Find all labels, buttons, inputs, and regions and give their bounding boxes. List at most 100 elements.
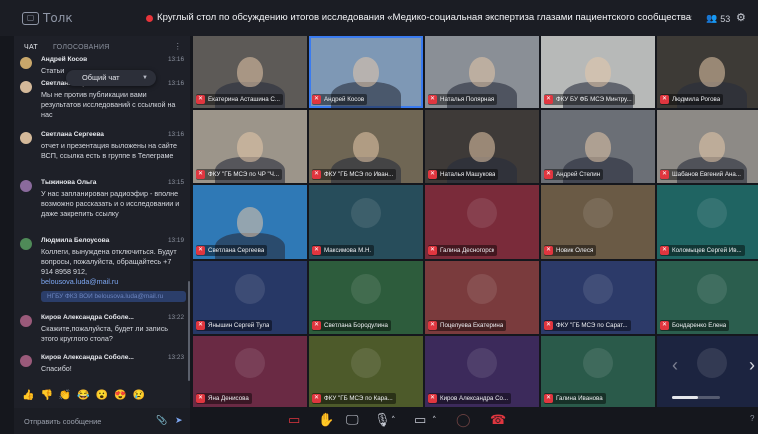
participant-tile[interactable]: ✕ Галина Иванова: [541, 336, 655, 407]
participant-name: Галина Иванова: [556, 395, 603, 402]
mic-off-icon: ✕: [660, 95, 669, 104]
participant-tile[interactable]: ✕ Людмила Рогова: [657, 36, 758, 108]
avatar-placeholder: [696, 273, 727, 304]
participant-tile[interactable]: ✕ Светлана Бородулина: [309, 261, 423, 334]
tab-polls[interactable]: ГОЛОСОВАНИЯ: [43, 44, 115, 51]
reaction-emoji[interactable]: 👍: [22, 390, 34, 401]
mic-options-icon[interactable]: ˄: [391, 416, 396, 426]
record-icon[interactable]: ◯: [456, 413, 471, 428]
chat-icon[interactable]: ▭: [288, 413, 300, 428]
raise-hand-icon[interactable]: ✋: [318, 413, 334, 428]
avatar-placeholder: [583, 273, 613, 304]
camera-options-icon[interactable]: ˄: [432, 416, 437, 426]
participant-tile[interactable]: ✕ ФКУ БУ ФБ МСЭ Минтру...: [541, 36, 655, 108]
avatar: [20, 180, 32, 192]
message-composer[interactable]: Отправить сообщение 📎 ➤: [14, 408, 190, 434]
participants-button[interactable]: 👥 53: [706, 13, 730, 24]
help-icon[interactable]: ?: [750, 414, 754, 423]
participant-name: ФКУ "ГБ МСЭ по ЧР "Ч...: [208, 171, 280, 178]
participant-tile[interactable]: ✕ ФКУ "ГБ МСЭ по ЧР "Ч...: [193, 110, 307, 183]
top-bar: ▢ Толк Круглый стол по обсуждению итогов …: [0, 0, 758, 36]
reaction-emoji[interactable]: 👏: [59, 390, 71, 401]
send-icon[interactable]: ➤: [175, 415, 183, 426]
participant-name: Новик Олеся: [556, 247, 594, 254]
participant-tile[interactable]: ✕ ФКУ "ГБ МСЭ по Кара...: [309, 336, 423, 407]
participant-tile[interactable]: ✕ Коломыцев Сергей Ив...: [657, 185, 758, 259]
sidebar-tabs: ЧАТ ГОЛОСОВАНИЯ ⋮: [14, 36, 190, 58]
message-body: У нас запланирован радиоэфир - вполне во…: [41, 189, 180, 218]
participant-tile[interactable]: ✕ Екатерина Асташина С...: [193, 36, 307, 108]
message-body: Спасибо!: [41, 364, 72, 373]
participant-tile[interactable]: ✕ Максимова М.Н.: [309, 185, 423, 259]
participant-name: Светлана Сергеева: [208, 247, 265, 254]
participant-name: Людмила Рогова: [672, 96, 721, 103]
prev-page-icon[interactable]: ‹: [672, 355, 678, 376]
participant-name: ФКУ "ГБ МСЭ по Сарат...: [556, 322, 628, 329]
participant-name: Киров Александра Со...: [440, 395, 509, 402]
participant-label: ✕ Шабанов Евгений Ана...: [660, 169, 744, 180]
logo-text: Толк: [43, 11, 73, 25]
participant-tile[interactable]: ✕ Шабанов Евгений Ана...: [657, 110, 758, 183]
tab-chat[interactable]: ЧАТ: [14, 44, 43, 51]
participant-tile[interactable]: ✕ Янышин Сергей Тула: [193, 261, 307, 334]
participant-tile[interactable]: ✕ Яна Денисова: [193, 336, 307, 407]
microphone-icon[interactable]: 🎙: [374, 413, 391, 428]
participant-face: [237, 207, 263, 238]
participant-tile[interactable]: ✕ Андрей Стелин: [541, 110, 655, 183]
participant-tile[interactable]: ✕ Светлана Сергеева: [193, 185, 307, 259]
chat-scrollbar[interactable]: [188, 281, 190, 381]
call-controls: ▭ ✋ 🖵 🎙 ˄ ▭ ˄ ◯ ☎: [190, 408, 758, 434]
message-list[interactable]: Андрей Косов 13:16 Статьи Светлана Сергеева…: [14, 56, 190, 376]
participant-label: ✕ Новик Олеся: [544, 245, 597, 256]
avatar-placeholder: [235, 347, 265, 378]
participant-label: ✕ Наталья Полярная: [428, 94, 498, 105]
message-time: 13:16: [168, 131, 184, 138]
participant-label: ✕ Андрей Косов: [312, 94, 368, 105]
avatar-placeholder: [467, 273, 497, 304]
settings-icon[interactable]: ⚙: [736, 11, 746, 24]
reaction-emoji[interactable]: 😮: [96, 390, 108, 401]
participant-name: ФКУ "ГБ МСЭ по Иван...: [324, 171, 394, 178]
participant-label: ✕ Янышин Сергей Тула: [196, 320, 273, 331]
mic-off-icon: ✕: [312, 394, 321, 403]
reaction-emoji[interactable]: 👎: [40, 390, 52, 401]
attachment-bar[interactable]: НГБУ ФКЗ ВОИ belousova.luda@mail.ru: [41, 291, 186, 302]
participant-label: ✕ Поцелуева Екатерина: [428, 320, 507, 331]
reaction-emoji[interactable]: 😂: [77, 390, 89, 401]
participant-tile[interactable]: ✕ Галина Десногорск: [425, 185, 539, 259]
mic-off-icon: ✕: [544, 321, 553, 330]
participant-label: ✕ Яна Денисова: [196, 393, 252, 404]
app-window: ▢ Толк Круглый стол по обсуждению итогов …: [0, 0, 758, 434]
reaction-emoji[interactable]: 😢: [133, 390, 145, 401]
participant-name: Коломыцев Сергей Ив...: [672, 247, 742, 254]
participant-tile[interactable]: ✕ Бондаренко Елена: [657, 261, 758, 334]
participant-tile[interactable]: ✕ ФКУ "ГБ МСЭ по Иван...: [309, 110, 423, 183]
participant-label: ✕ Киров Александра Со...: [428, 393, 512, 404]
avatar-placeholder: [696, 198, 727, 229]
mic-off-icon: ✕: [312, 321, 321, 330]
participant-tile[interactable]: ✕ ФКУ "ГБ МСЭ по Сарат...: [541, 261, 655, 334]
participant-face: [698, 131, 725, 162]
message-input[interactable]: Отправить сообщение: [24, 417, 101, 426]
participant-tile[interactable]: ✕ Андрей Косов: [309, 36, 423, 108]
more-icon[interactable]: ⋮: [174, 42, 182, 51]
message-author: Людмила Белоусова: [41, 237, 110, 244]
participant-name: Андрей Косов: [324, 96, 365, 103]
message-text: Скажите,пожалуйста, будет ли запись этог…: [41, 324, 181, 344]
participant-tile[interactable]: ✕ Киров Александра Со...: [425, 336, 539, 407]
chat-selector[interactable]: Общий чат ▼: [66, 70, 156, 86]
attach-icon[interactable]: 📎: [156, 415, 167, 426]
mic-off-icon: ✕: [428, 170, 437, 179]
participant-tile[interactable]: ✕ Поцелуева Екатерина: [425, 261, 539, 334]
participant-tile[interactable]: ✕ Наталья Машукова: [425, 110, 539, 183]
email-link[interactable]: belousova.luda@mail.ru: [41, 277, 118, 286]
participant-tile[interactable]: ✕ Наталья Полярная: [425, 36, 539, 108]
mic-off-icon: ✕: [196, 321, 205, 330]
next-page-icon[interactable]: ›: [749, 355, 755, 376]
end-call-icon[interactable]: ☎: [490, 413, 506, 428]
meeting-title: Круглый стол по обсуждению итогов исслед…: [157, 12, 692, 23]
reaction-emoji[interactable]: 😍: [114, 390, 126, 401]
participant-tile[interactable]: ✕ Новик Олеся: [541, 185, 655, 259]
camera-icon[interactable]: ▭: [414, 413, 426, 428]
screen-share-icon[interactable]: 🖵: [346, 413, 359, 428]
